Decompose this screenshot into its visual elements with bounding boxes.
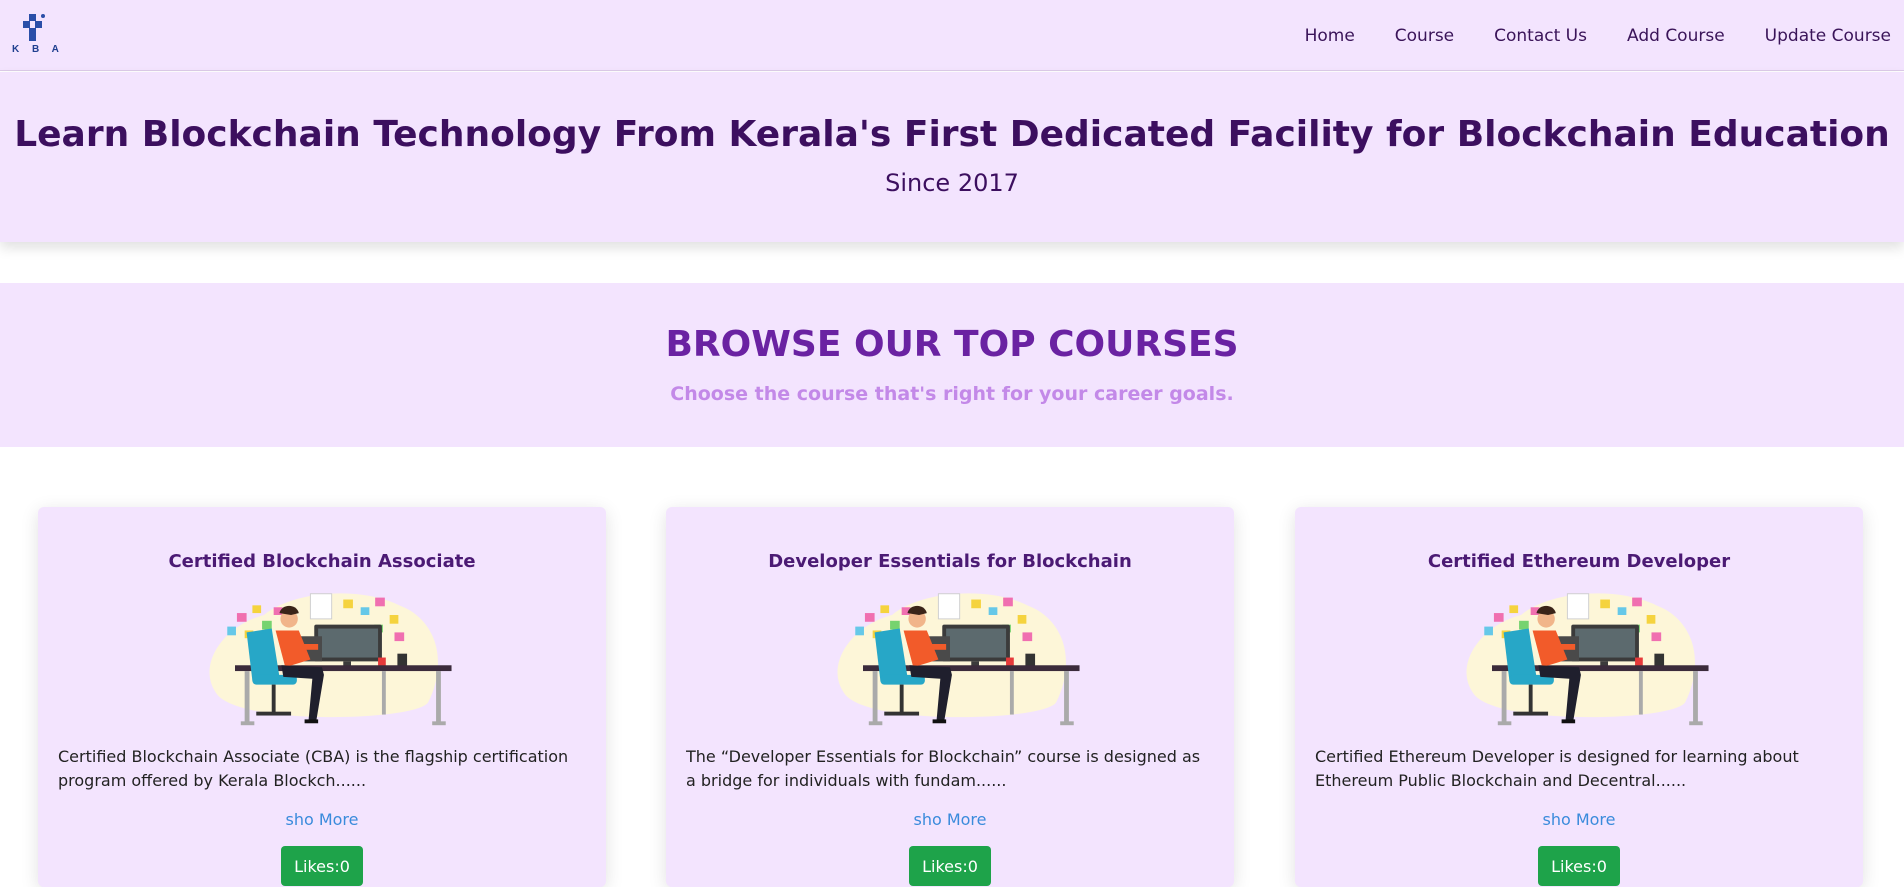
hero-subtitle: Since 2017 — [885, 169, 1019, 197]
course-title: Certified Blockchain Associate — [168, 551, 476, 572]
course-card: Certified Ethereum Developer Certified E… — [1295, 507, 1863, 887]
likes-button[interactable]: Likes:0 — [909, 846, 991, 886]
main-nav: Home Course Contact Us Add Course Update… — [1305, 0, 1904, 71]
show-more-link[interactable]: sho More — [285, 810, 358, 829]
course-card: Certified Blockchain Associate Certified… — [38, 507, 606, 887]
course-description: The “Developer Essentials for Blockchain… — [686, 747, 1201, 790]
browse-title: BROWSE OUR TOP COURSES — [665, 324, 1239, 365]
show-more-link[interactable]: sho More — [1542, 810, 1615, 829]
browse-subtitle: Choose the course that's right for your … — [670, 383, 1234, 405]
browse-courses-header: BROWSE OUR TOP COURSES Choose the course… — [0, 283, 1904, 447]
course-description: Certified Blockchain Associate (CBA) is … — [58, 747, 569, 790]
show-more-link[interactable]: sho More — [913, 810, 986, 829]
nav-contact-us-link[interactable]: Contact Us — [1494, 26, 1587, 46]
logo-text: K B A — [12, 44, 64, 55]
likes-button[interactable]: Likes:0 — [281, 846, 363, 886]
course-title: Certified Ethereum Developer — [1427, 551, 1731, 572]
course-title: Developer Essentials for Blockchain — [768, 551, 1132, 572]
nav-update-course-link[interactable]: Update Course — [1765, 26, 1891, 46]
developer-at-desk-illustration — [837, 592, 1081, 726]
likes-button[interactable]: Likes:0 — [1538, 846, 1620, 886]
hero-title: Learn Blockchain Technology From Kerala'… — [14, 114, 1890, 155]
developer-at-desk-illustration — [1466, 592, 1710, 726]
hero-banner: Learn Blockchain Technology From Kerala'… — [0, 72, 1904, 242]
navbar: K B A Home Course Contact Us Add Course … — [0, 0, 1904, 71]
course-card: Developer Essentials for Blockchain The … — [666, 507, 1234, 887]
kba-logo[interactable]: K B A — [12, 12, 64, 58]
nav-add-course-link[interactable]: Add Course — [1627, 26, 1725, 46]
nav-course-link[interactable]: Course — [1395, 26, 1454, 46]
course-description: Certified Ethereum Developer is designed… — [1315, 747, 1799, 790]
nav-home-link[interactable]: Home — [1305, 26, 1355, 46]
kba-cube-logo-icon — [23, 14, 45, 41]
developer-at-desk-illustration — [209, 592, 453, 726]
